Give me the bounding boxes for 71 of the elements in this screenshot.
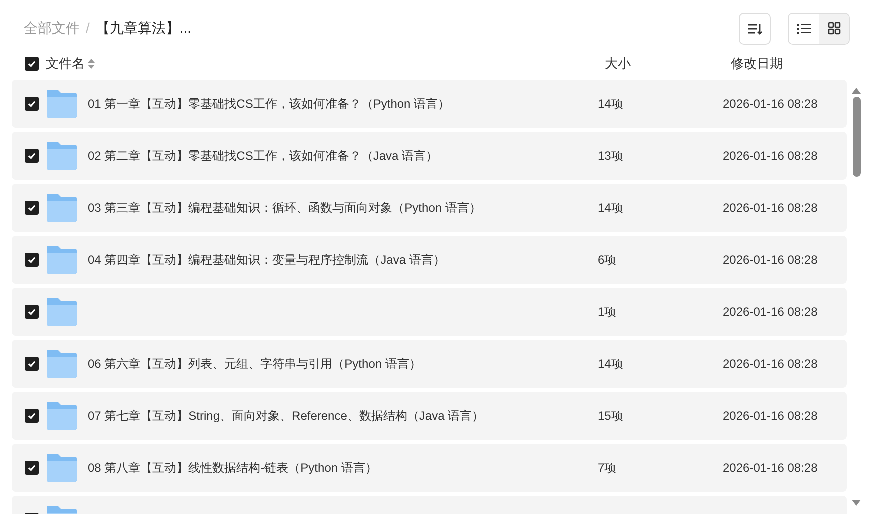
file-name: 06 第六章【互动】列表、元组、字符串与引用（Python 语言） bbox=[88, 357, 422, 371]
folder-icon bbox=[47, 194, 77, 222]
checkbox[interactable] bbox=[25, 409, 39, 423]
view-mode-button[interactable] bbox=[819, 14, 849, 44]
folder-icon bbox=[47, 246, 77, 274]
checkbox[interactable] bbox=[25, 97, 39, 111]
modified-date: 2026-01-16 08:28 bbox=[723, 200, 818, 217]
modified-date: 2026-01-16 08:28 bbox=[723, 460, 818, 477]
file-row[interactable]: 01 第一章【互动】零基础找CS工作，该如何准备？（Python 语言） 14项 2026-01-16 08:28 bbox=[12, 80, 847, 128]
modified-date: 2026-01-16 08:28 bbox=[723, 96, 818, 113]
check-icon bbox=[28, 152, 36, 160]
item-count: 7项 bbox=[598, 461, 617, 475]
item-count: 14项 bbox=[598, 201, 624, 215]
item-count: 1项 bbox=[598, 305, 617, 319]
breadcrumb-separator: / bbox=[86, 19, 90, 38]
file-name: 04 第四章【互动】编程基础知识：变量与程序控制流（Java 语言） bbox=[88, 253, 446, 267]
column-header[interactable]: 大小 bbox=[605, 54, 731, 74]
sort-arrows-icon[interactable] bbox=[88, 59, 95, 69]
check-icon bbox=[28, 464, 36, 472]
checkbox[interactable] bbox=[25, 149, 39, 163]
checkbox[interactable] bbox=[25, 357, 39, 371]
file-name: 03 第三章【互动】编程基础知识：循环、函数与面向对象（Python 语言） bbox=[88, 201, 482, 215]
grid-icon bbox=[828, 22, 840, 35]
folder-icon bbox=[47, 454, 77, 482]
check-icon bbox=[28, 204, 36, 212]
folder-icon bbox=[47, 350, 77, 378]
checkbox[interactable] bbox=[25, 461, 39, 475]
file-row[interactable]: 04 第四章【互动】编程基础知识：变量与程序控制流（Java 语言） 6项 2026-01-16 08:28 bbox=[12, 236, 847, 284]
item-count: 15项 bbox=[598, 409, 624, 423]
scroll-up-icon[interactable] bbox=[852, 88, 861, 94]
checkbox[interactable] bbox=[25, 57, 39, 71]
scrollbar-thumb[interactable] bbox=[852, 97, 860, 177]
item-count: 6项 bbox=[598, 253, 617, 267]
check-icon bbox=[28, 60, 36, 68]
item-count: 14项 bbox=[598, 357, 624, 371]
sort-icon bbox=[748, 22, 762, 34]
breadcrumb-item[interactable]: 【九章算法】... bbox=[96, 18, 192, 39]
folder-icon bbox=[47, 90, 77, 118]
checkbox[interactable] bbox=[25, 201, 39, 215]
column-header[interactable]: 文件名 bbox=[46, 54, 85, 74]
file-row[interactable]: 1项 2026-01-16 08:28 bbox=[12, 288, 847, 336]
file-name: 01 第一章【互动】零基础找CS工作，该如何准备？（Python 语言） bbox=[88, 97, 450, 111]
modified-date: 2026-01-16 08:28 bbox=[723, 252, 818, 269]
folder-icon bbox=[47, 402, 77, 430]
folder-icon bbox=[47, 142, 77, 170]
file-row[interactable]: 03 第三章【互动】编程基础知识：循环、函数与面向对象（Python 语言） 14项 2026-01-16 08:28 bbox=[12, 184, 847, 232]
modified-date: 2026-01-16 08:28 bbox=[723, 356, 818, 373]
modified-date: 2026-01-16 08:28 bbox=[723, 304, 818, 321]
file-row[interactable]: 02 第二章【互动】零基础找CS工作，该如何准备？（Java 语言） 13项 2026-01-16 08:28 bbox=[12, 132, 847, 180]
check-icon bbox=[28, 308, 36, 316]
checkbox[interactable] bbox=[25, 305, 39, 319]
file-name: 02 第二章【互动】零基础找CS工作，该如何准备？（Java 语言） bbox=[88, 149, 438, 163]
scroll-down-icon[interactable] bbox=[852, 500, 861, 506]
check-icon bbox=[28, 412, 36, 420]
file-row[interactable]: 08 第八章【互动】线性数据结构-链表（Python 语言） 7项 2026-01-16 08:28 bbox=[12, 444, 847, 492]
check-icon bbox=[28, 100, 36, 108]
file-row[interactable]: 06 第六章【互动】列表、元组、字符串与引用（Python 语言） 14项 2026-01-16 08:28 bbox=[12, 340, 847, 388]
folder-icon bbox=[47, 298, 77, 326]
check-icon bbox=[28, 256, 36, 264]
checkbox[interactable] bbox=[25, 253, 39, 267]
item-count: 14项 bbox=[598, 97, 624, 111]
check-icon bbox=[28, 360, 36, 368]
list-icon bbox=[797, 22, 811, 34]
item-count: 13项 bbox=[598, 149, 624, 163]
modified-date: 2026-01-16 08:28 bbox=[723, 408, 818, 425]
column-header[interactable]: 修改日期 bbox=[731, 54, 783, 74]
sort-button[interactable] bbox=[739, 12, 771, 44]
file-name: 07 第七章【互动】String、面向对象、Reference、数据结构（Java 语言） bbox=[88, 409, 484, 423]
modified-date: 2026-01-16 08:28 bbox=[723, 148, 818, 165]
file-row[interactable]: 07 第七章【互动】String、面向对象、Reference、数据结构（Java 语言） 15项 2026-01-16 08:28 bbox=[12, 392, 847, 440]
file-name: 08 第八章【互动】线性数据结构-链表（Python 语言） bbox=[88, 461, 378, 475]
